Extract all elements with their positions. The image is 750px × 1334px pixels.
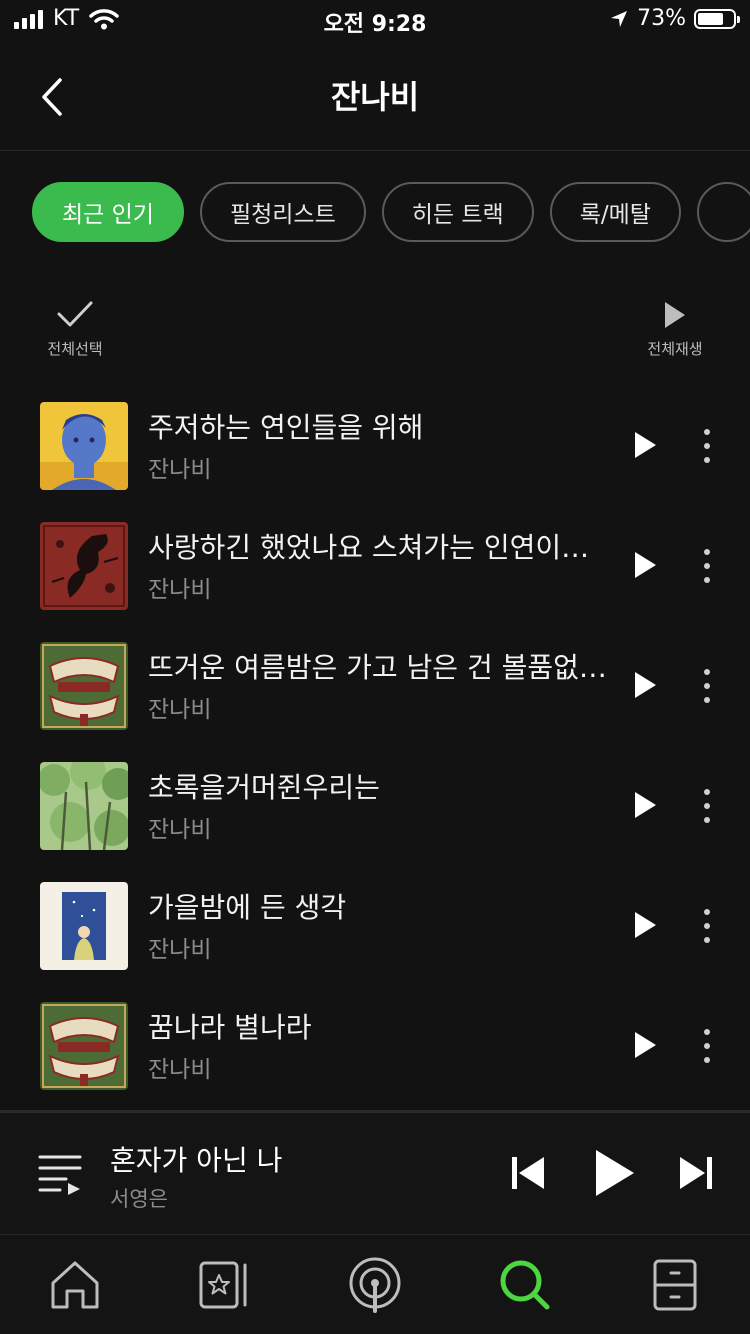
play-all-button[interactable]: 전체재생 xyxy=(640,300,710,359)
header: 잔나비 xyxy=(0,40,750,151)
track-row[interactable]: 꿈나라 별나라 잔나비 xyxy=(0,982,750,1102)
play-icon[interactable] xyxy=(630,1028,660,1062)
mini-player[interactable]: 혼자가 아닌 나 서영은 xyxy=(0,1110,750,1234)
play-icon xyxy=(665,302,685,328)
now-playing-title: 혼자가 아닌 나 xyxy=(110,1144,283,1177)
play-icon[interactable] xyxy=(592,1147,636,1199)
track-title: 사랑하긴 했었나요 스쳐가는 인연이었나요 짧지않은 우리 함께했던 시간들이 … xyxy=(148,531,610,564)
skip-next-icon[interactable] xyxy=(676,1153,716,1193)
play-icon[interactable] xyxy=(630,788,660,822)
chip-more[interactable] xyxy=(696,182,750,242)
more-options-icon[interactable] xyxy=(694,666,720,706)
track-row[interactable]: 사랑하긴 했었나요 스쳐가는 인연이었나요 짧지않은 우리 함께했던 시간들이 … xyxy=(0,502,750,622)
track-list: 주저하는 연인들을 위해 잔나비 사랑하긴 했었나요 스쳐가는 인연이었나요 짧… xyxy=(0,382,750,1102)
play-icon[interactable] xyxy=(630,428,660,462)
select-all-button[interactable]: 전체선택 xyxy=(40,300,110,359)
track-artist: 잔나비 xyxy=(148,1057,212,1083)
track-artist: 잔나비 xyxy=(148,817,212,843)
track-row[interactable]: 가을밤에 든 생각 잔나비 xyxy=(0,862,750,982)
more-options-icon[interactable] xyxy=(694,786,720,826)
track-artist: 잔나비 xyxy=(148,937,212,963)
track-artist: 잔나비 xyxy=(148,457,212,483)
play-icon[interactable] xyxy=(630,548,660,582)
more-options-icon[interactable] xyxy=(694,906,720,946)
search-icon[interactable] xyxy=(495,1255,555,1315)
album-art-monkey-hotel xyxy=(40,1002,128,1090)
more-options-icon[interactable] xyxy=(694,546,720,586)
track-row[interactable]: 뜨거운 여름밤은 가고 남은 건 볼품없지만 잔나비 xyxy=(0,622,750,742)
track-title: 주저하는 연인들을 위해 xyxy=(148,411,424,444)
play-icon[interactable] xyxy=(630,908,660,942)
track-title: 가을밤에 든 생각 xyxy=(148,891,347,924)
select-all-label: 전체선택 xyxy=(47,340,103,358)
skip-previous-icon[interactable] xyxy=(508,1153,548,1193)
track-row[interactable]: 초록을거머쥔우리는 잔나비 xyxy=(0,742,750,862)
album-art xyxy=(40,762,128,850)
status-bar: KT 오전 9:28 73% xyxy=(0,0,750,40)
chip-must-listen[interactable]: 필청리스트 xyxy=(199,182,366,242)
track-title: 뜨거운 여름밤은 가고 남은 건 볼품없지만 xyxy=(148,651,610,684)
podcast-icon[interactable] xyxy=(345,1255,405,1315)
now-playing-artist: 서영은 xyxy=(110,1187,168,1211)
library-icon[interactable] xyxy=(195,1255,255,1315)
album-art xyxy=(40,522,128,610)
play-all-label: 전체재생 xyxy=(647,340,703,358)
album-art xyxy=(40,402,128,490)
location-arrow-icon xyxy=(611,10,628,27)
more-options-icon[interactable] xyxy=(694,1026,720,1066)
battery-icon xyxy=(694,8,740,29)
tab-bar xyxy=(0,1234,750,1334)
play-icon[interactable] xyxy=(630,668,660,702)
track-row[interactable]: 주저하는 연인들을 위해 잔나비 xyxy=(0,382,750,502)
more-options-icon[interactable] xyxy=(694,426,720,466)
storage-icon[interactable] xyxy=(645,1255,705,1315)
check-icon xyxy=(57,301,93,327)
page-title: 잔나비 xyxy=(330,78,420,116)
home-icon[interactable] xyxy=(45,1255,105,1315)
track-artist: 잔나비 xyxy=(148,577,212,603)
chip-hidden-track[interactable]: 히든 트랙 xyxy=(381,182,534,242)
chip-rock-metal[interactable]: 록/메탈 xyxy=(549,182,681,242)
chip-recent-popular[interactable]: 최근 인기 xyxy=(32,182,184,242)
track-title: 초록을거머쥔우리는 xyxy=(148,771,380,804)
playlist-queue-icon[interactable] xyxy=(36,1151,84,1195)
filter-chips: 최근 인기 필청리스트 히든 트랙 록/메탈 xyxy=(32,182,750,242)
album-art xyxy=(40,882,128,970)
battery-percent: 73% xyxy=(637,6,686,31)
album-art-monkey-hotel xyxy=(40,642,128,730)
track-artist: 잔나비 xyxy=(148,697,212,723)
track-title: 꿈나라 별나라 xyxy=(148,1011,312,1044)
